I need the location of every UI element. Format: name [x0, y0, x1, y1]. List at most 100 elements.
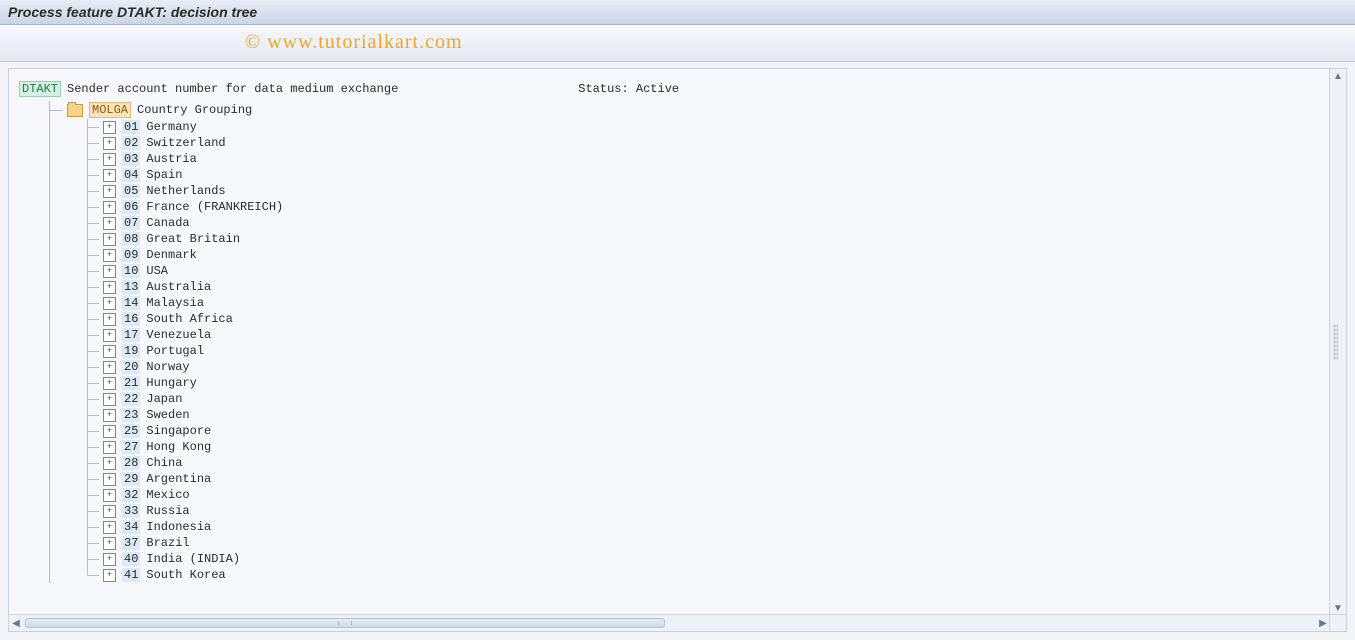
- scrollbar-corner: [1329, 614, 1346, 631]
- titlebar: Process feature DTAKT: decision tree: [0, 0, 1355, 25]
- country-name: Argentina: [146, 472, 211, 486]
- tree-leaf-country[interactable]: +27Hong Kong: [67, 439, 1320, 455]
- horizontal-scrollbar[interactable]: ◀ ▶: [9, 614, 1330, 631]
- tree-leaf-country[interactable]: +22Japan: [67, 391, 1320, 407]
- status-label: Status: Active: [578, 82, 679, 96]
- tree-leaf-country[interactable]: +25Singapore: [67, 423, 1320, 439]
- expand-icon[interactable]: +: [103, 249, 116, 262]
- tree-leaf-country[interactable]: +06France (FRANKREICH): [67, 199, 1320, 215]
- expand-icon[interactable]: +: [103, 521, 116, 534]
- expand-icon[interactable]: +: [103, 281, 116, 294]
- tree-panel: DTAKT Sender account number for data med…: [8, 68, 1347, 632]
- tree-leaf-country[interactable]: +09Denmark: [67, 247, 1320, 263]
- tree-leaf-country[interactable]: +13Australia: [67, 279, 1320, 295]
- tree-leaf-country[interactable]: +33Russia: [67, 503, 1320, 519]
- country-code: 04: [122, 168, 140, 182]
- country-code: 33: [122, 504, 140, 518]
- expand-icon[interactable]: +: [103, 441, 116, 454]
- tree-leaf-country[interactable]: +04Spain: [67, 167, 1320, 183]
- scroll-right-button[interactable]: ▶: [1316, 616, 1330, 630]
- country-code: 17: [122, 328, 140, 342]
- tree-leaf-country[interactable]: +01Germany: [67, 119, 1320, 135]
- country-code: 40: [122, 552, 140, 566]
- expand-icon[interactable]: +: [103, 153, 116, 166]
- expand-icon[interactable]: +: [103, 185, 116, 198]
- feature-description: Sender account number for data medium ex…: [67, 82, 398, 96]
- expand-icon[interactable]: +: [103, 553, 116, 566]
- tree-leaf-country[interactable]: +40India (INDIA): [67, 551, 1320, 567]
- scroll-left-button[interactable]: ◀: [9, 616, 23, 630]
- country-code: 16: [122, 312, 140, 326]
- tree-leaf-country[interactable]: +02Switzerland: [67, 135, 1320, 151]
- tree-leaf-country[interactable]: +07Canada: [67, 215, 1320, 231]
- country-code: 02: [122, 136, 140, 150]
- country-name: USA: [146, 264, 168, 278]
- scroll-up-button[interactable]: ▲: [1331, 69, 1345, 83]
- country-name: South Africa: [146, 312, 232, 326]
- country-name: Mexico: [146, 488, 189, 502]
- expand-icon[interactable]: +: [103, 233, 116, 246]
- country-name: Great Britain: [146, 232, 240, 246]
- tree-leaf-country[interactable]: +41South Korea: [67, 567, 1320, 583]
- expand-icon[interactable]: +: [103, 505, 116, 518]
- tree-leaf-country[interactable]: +10USA: [67, 263, 1320, 279]
- country-name: Australia: [146, 280, 211, 294]
- expand-icon[interactable]: +: [103, 137, 116, 150]
- tree-leaf-country[interactable]: +34Indonesia: [67, 519, 1320, 535]
- country-code: 19: [122, 344, 140, 358]
- hscroll-thumb[interactable]: [25, 618, 665, 628]
- expand-icon[interactable]: +: [103, 457, 116, 470]
- tree-leaf-country[interactable]: +28China: [67, 455, 1320, 471]
- tree-leaf-country[interactable]: +20Norway: [67, 359, 1320, 375]
- tree-leaf-country[interactable]: +03Austria: [67, 151, 1320, 167]
- expand-icon[interactable]: +: [103, 393, 116, 406]
- tree-leaf-country[interactable]: +21Hungary: [67, 375, 1320, 391]
- expand-icon[interactable]: +: [103, 409, 116, 422]
- scroll-down-button[interactable]: ▼: [1331, 601, 1345, 615]
- vscroll-grip-icon: [1333, 324, 1338, 360]
- tree-leaf-country[interactable]: +29Argentina: [67, 471, 1320, 487]
- expand-icon[interactable]: +: [103, 473, 116, 486]
- expand-icon[interactable]: +: [103, 201, 116, 214]
- expand-icon[interactable]: +: [103, 425, 116, 438]
- country-code: 05: [122, 184, 140, 198]
- tree-node-molga[interactable]: MOLGA Country Grouping: [19, 101, 1320, 119]
- expand-icon[interactable]: +: [103, 361, 116, 374]
- tree-leaf-country[interactable]: +14Malaysia: [67, 295, 1320, 311]
- country-code: 06: [122, 200, 140, 214]
- status-label-text: Status:: [578, 82, 628, 96]
- vertical-scrollbar[interactable]: ▲ ▼: [1329, 69, 1346, 615]
- tree-leaf-country[interactable]: +08Great Britain: [67, 231, 1320, 247]
- expand-icon[interactable]: +: [103, 313, 116, 326]
- tree-viewport: DTAKT Sender account number for data med…: [9, 69, 1330, 615]
- tree-leaf-country[interactable]: +23Sweden: [67, 407, 1320, 423]
- tree-leaf-country[interactable]: +05Netherlands: [67, 183, 1320, 199]
- tree-leaf-country[interactable]: +17Venezuela: [67, 327, 1320, 343]
- hscroll-track[interactable]: [23, 618, 1316, 628]
- tree-leaf-country[interactable]: +37Brazil: [67, 535, 1320, 551]
- hscroll-grip-icon: [338, 621, 352, 625]
- country-name: Norway: [146, 360, 189, 374]
- node-label: Country Grouping: [137, 103, 252, 117]
- country-code: 22: [122, 392, 140, 406]
- tree-leaf-country[interactable]: +32 Mexico: [67, 487, 1320, 503]
- expand-icon[interactable]: +: [103, 537, 116, 550]
- expand-icon[interactable]: +: [103, 345, 116, 358]
- country-code: 28: [122, 456, 140, 470]
- tree-leaf-country[interactable]: +16 South Africa: [67, 311, 1320, 327]
- expand-icon[interactable]: +: [103, 377, 116, 390]
- expand-icon[interactable]: +: [103, 569, 116, 582]
- tree-branch-line: [49, 101, 50, 583]
- expand-icon[interactable]: +: [103, 265, 116, 278]
- country-code: 32: [122, 488, 140, 502]
- tree-leaf-country[interactable]: +19Portugal: [67, 343, 1320, 359]
- expand-icon[interactable]: +: [103, 217, 116, 230]
- expand-icon[interactable]: +: [103, 121, 116, 134]
- expand-icon[interactable]: +: [103, 169, 116, 182]
- expand-icon[interactable]: +: [103, 297, 116, 310]
- app-window: Process feature DTAKT: decision tree © w…: [0, 0, 1355, 640]
- country-name: Denmark: [146, 248, 196, 262]
- expand-icon[interactable]: +: [103, 489, 116, 502]
- folder-open-icon: [67, 104, 83, 117]
- expand-icon[interactable]: +: [103, 329, 116, 342]
